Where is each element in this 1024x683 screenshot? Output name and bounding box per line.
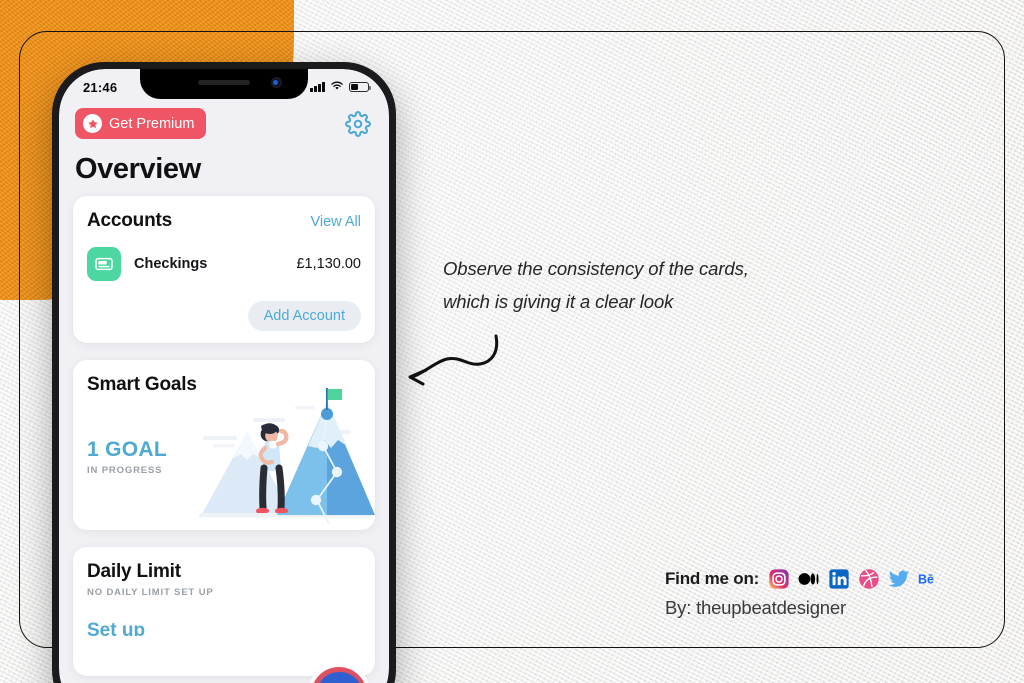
get-premium-button[interactable]: Get Premium	[75, 108, 207, 139]
twitter-icon[interactable]	[888, 568, 910, 590]
cellular-bars-icon	[310, 82, 325, 92]
daily-limit-card-title: Daily Limit	[87, 561, 181, 582]
phone-screen: 21:46 Get Premium Overview Accounts View…	[59, 69, 389, 683]
phone-bezel: 21:46 Get Premium Overview Accounts View…	[59, 69, 389, 683]
battery-icon	[349, 82, 372, 92]
social-icons: Bē	[768, 568, 940, 590]
daily-limit-card: Daily Limit NO DAILY LIMIT SET UP Set up	[73, 547, 375, 676]
earpiece-speaker-icon	[198, 80, 250, 85]
canvas: 21:46 Get Premium Overview Accounts View…	[0, 0, 1024, 683]
accounts-card-header: Accounts View All	[87, 210, 361, 232]
credit-card-icon	[87, 247, 121, 281]
account-row[interactable]: Checkings £1,130.00	[87, 247, 361, 281]
medium-icon[interactable]	[798, 568, 820, 590]
smart-goals-card: Smart Goals 1 GOAL IN PROGRESS	[73, 360, 375, 530]
star-icon	[83, 114, 102, 133]
front-camera-icon	[271, 77, 282, 88]
status-bar-indicators	[310, 78, 372, 96]
svg-text:Bē: Bē	[918, 572, 934, 586]
accounts-card-title: Accounts	[87, 210, 172, 231]
dribbble-icon[interactable]	[858, 568, 880, 590]
page-title: Overview	[75, 153, 201, 185]
accounts-card-footer: Add Account	[87, 301, 361, 331]
find-me-label: Find me on:	[665, 569, 760, 588]
phone-notch	[140, 69, 308, 99]
person-climbing-mountain-illustration	[195, 384, 375, 530]
status-bar-clock: 21:46	[83, 79, 118, 95]
annotation-line-1: Observe the consistency of the cards,	[443, 258, 749, 279]
app-header: Get Premium	[73, 101, 375, 139]
gear-icon[interactable]	[345, 110, 371, 137]
find-me-row: Find me on: Bē	[665, 568, 940, 590]
annotation-text: Observe the consistency of the cards, wh…	[443, 253, 843, 319]
annotation-line-2: which is giving it a clear look	[443, 290, 674, 312]
account-balance: £1,130.00	[296, 256, 361, 272]
behance-icon[interactable]: Bē	[918, 568, 940, 590]
app-content: Get Premium Overview Accounts View All C…	[59, 101, 389, 683]
curved-arrow-icon	[400, 330, 510, 390]
daily-limit-subtitle: NO DAILY LIMIT SET UP	[87, 587, 214, 598]
view-all-link[interactable]: View All	[310, 214, 361, 230]
phone-mockup: 21:46 Get Premium Overview Accounts View…	[52, 62, 396, 683]
byline: By: theupbeatdesigner	[665, 597, 846, 618]
add-account-button[interactable]: Add Account	[247, 301, 361, 331]
wifi-icon	[330, 78, 344, 96]
linkedin-icon[interactable]	[828, 568, 850, 590]
instagram-icon[interactable]	[768, 568, 790, 590]
account-name: Checkings	[134, 256, 208, 272]
accounts-card: Accounts View All Checkings £1,130.00 Ad…	[73, 196, 375, 343]
daily-limit-setup-link[interactable]: Set up	[87, 620, 361, 636]
get-premium-label: Get Premium	[109, 115, 195, 132]
